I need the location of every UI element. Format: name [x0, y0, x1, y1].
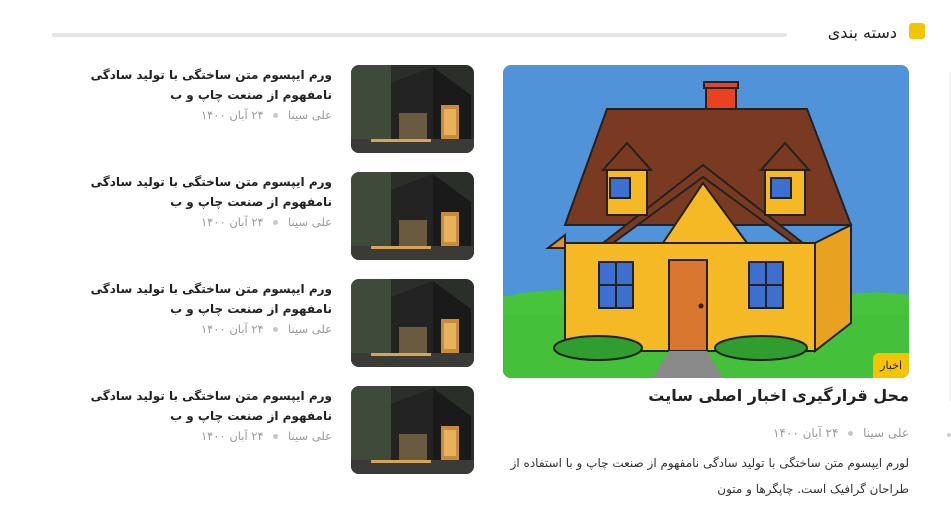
- category-badge[interactable]: اخبار: [873, 353, 909, 378]
- dark-house-photo-icon: [351, 386, 474, 474]
- list-item[interactable]: ورم ایپسوم متن ساختگی با تولید سادگی نام…: [84, 386, 474, 474]
- list-item[interactable]: ورم ایپسوم متن ساختگی با تولید سادگی نام…: [84, 279, 474, 367]
- post-date: ۲۴ آبان ۱۴۰۰: [200, 215, 264, 229]
- section-divider: [52, 33, 787, 37]
- post-thumbnail[interactable]: [351, 172, 474, 260]
- post-title[interactable]: ورم ایپسوم متن ساختگی با تولید سادگی نام…: [84, 65, 332, 105]
- meta-separator-icon: [273, 113, 279, 118]
- featured-image[interactable]: اخبار: [503, 65, 909, 378]
- post-author: علی سینا: [288, 108, 332, 122]
- post-body: ورم ایپسوم متن ساختگی با تولید سادگی نام…: [84, 386, 332, 443]
- featured-excerpt: لورم ایپسوم متن ساختگی با تولید سادگی نا…: [510, 456, 909, 496]
- meta-separator-icon: [273, 327, 279, 332]
- meta-separator-icon: [273, 220, 279, 225]
- post-meta: علی سینا ۲۴ آبان ۱۴۰۰: [84, 108, 332, 122]
- post-date: ۲۴ آبان ۱۴۰۰: [200, 108, 264, 122]
- featured-date: ۲۴ آبان ۱۴۰۰: [772, 426, 839, 440]
- list-item[interactable]: ورم ایپسوم متن ساختگی با تولید سادگی نام…: [84, 65, 474, 153]
- featured-title[interactable]: محل قرارگیری اخبار اصلی سایت: [648, 386, 909, 405]
- post-title[interactable]: ورم ایپسوم متن ساختگی با تولید سادگی نام…: [84, 386, 332, 426]
- section-title: دسته بندی: [827, 23, 897, 42]
- post-date: ۲۴ آبان ۱۴۰۰: [200, 429, 264, 443]
- post-thumbnail[interactable]: [351, 65, 474, 153]
- section-marker-icon: [909, 23, 925, 39]
- post-title[interactable]: ورم ایپسوم متن ساختگی با تولید سادگی نام…: [84, 172, 332, 212]
- post-author: علی سینا: [288, 215, 332, 229]
- section-header: دسته بندی: [52, 20, 925, 46]
- dark-house-photo-icon: [351, 65, 474, 153]
- post-meta: علی سینا ۲۴ آبان ۱۴۰۰: [84, 215, 332, 229]
- post-thumbnail[interactable]: [351, 386, 474, 474]
- featured-meta: علی سینا ۲۴ آبان ۱۴۰۰: [773, 426, 909, 440]
- post-date: ۲۴ آبان ۱۴۰۰: [200, 322, 264, 336]
- dark-house-photo-icon: [351, 172, 474, 260]
- post-thumbnail[interactable]: [351, 279, 474, 367]
- featured-post[interactable]: اخبار محل قرارگیری اخبار اصلی سایت علی س…: [503, 65, 909, 496]
- post-meta: علی سینا ۲۴ آبان ۱۴۰۰: [84, 322, 332, 336]
- post-body: ورم ایپسوم متن ساختگی با تولید سادگی نام…: [84, 279, 332, 336]
- post-body: ورم ایپسوم متن ساختگی با تولید سادگی نام…: [84, 65, 332, 122]
- house-illustration-icon: [503, 65, 909, 378]
- post-author: علی سینا: [288, 322, 332, 336]
- meta-separator-icon: [273, 434, 279, 439]
- meta-separator-icon: [848, 431, 854, 436]
- post-title[interactable]: ورم ایپسوم متن ساختگی با تولید سادگی نام…: [84, 279, 332, 319]
- post-author: علی سینا: [288, 429, 332, 443]
- post-body: ورم ایپسوم متن ساختگی با تولید سادگی نام…: [84, 172, 332, 229]
- dark-house-photo-icon: [351, 279, 474, 367]
- edge-dot-icon: [947, 433, 951, 437]
- featured-author: علی سینا: [863, 426, 909, 440]
- post-meta: علی سینا ۲۴ آبان ۱۴۰۰: [84, 429, 332, 443]
- list-item[interactable]: ورم ایپسوم متن ساختگی با تولید سادگی نام…: [84, 172, 474, 260]
